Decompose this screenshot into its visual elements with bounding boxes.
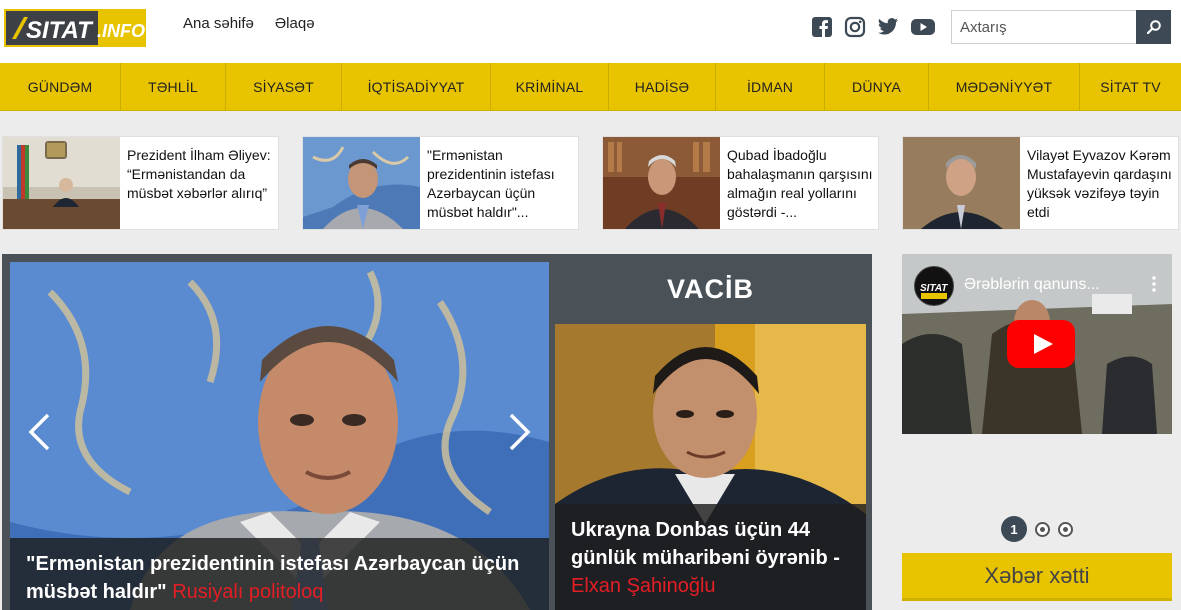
category-siyaset[interactable]: SİYASƏT	[226, 63, 342, 111]
important-section-title: VACİB	[666, 274, 754, 304]
featured-source: Rusiyalı politoloq	[172, 581, 324, 603]
category-medeniyyet[interactable]: MƏDƏNİYYƏT	[929, 63, 1080, 111]
category-menu: GÜNDƏM TƏHLİL SİYASƏT İQTİSADİYYAT KRİMİ…	[0, 63, 1181, 111]
slider-next-arrow[interactable]	[507, 412, 533, 452]
search-button[interactable]	[1136, 10, 1171, 44]
channel-avatar[interactable]: SITAT	[914, 266, 954, 306]
story-title: Vilayət Eyvazov Kərəm Mustafayevin qarda…	[1027, 147, 1172, 220]
site-logo[interactable]: SITAT .INFO	[4, 9, 146, 47]
pager-page-current[interactable]: 1	[1001, 516, 1027, 542]
facebook-icon[interactable]	[811, 16, 833, 38]
story-title: "Ermənistan prezidentinin istefası Azərb…	[427, 147, 555, 220]
story-title: Prezident İlham Əliyev: “Ermənistandan d…	[127, 147, 271, 201]
pager-dot[interactable]	[1035, 521, 1050, 537]
search-input[interactable]	[952, 11, 1138, 43]
search-box	[951, 10, 1171, 44]
category-gundem[interactable]: GÜNDƏM	[0, 63, 121, 111]
nav-home-link[interactable]: Ana səhifə	[183, 15, 254, 32]
more-options-icon[interactable]	[1152, 276, 1156, 292]
featured-slider[interactable]: "Ermənistan prezidentinin istefası Azərb…	[10, 262, 549, 610]
svg-text:SITAT: SITAT	[26, 17, 94, 44]
search-icon	[1146, 20, 1161, 35]
important-headline: Ukrayna Donbas üçün 44 günlük müharibəni…	[571, 519, 840, 569]
twitter-icon[interactable]	[877, 16, 899, 38]
story-card[interactable]: Qubad İbadoğlu bahalaşmanın qarşısını al…	[602, 136, 879, 230]
story-image	[903, 137, 1020, 229]
nav-contact-link[interactable]: Əlaqə	[275, 15, 315, 32]
play-button-icon[interactable]	[1007, 320, 1075, 368]
important-caption: Ukrayna Donbas üçün 44 günlük müharibəni…	[555, 504, 866, 610]
slider-prev-arrow[interactable]	[26, 412, 52, 452]
category-tehlil[interactable]: TƏHLİL	[121, 63, 226, 111]
story-image	[603, 137, 720, 229]
story-image	[303, 137, 420, 229]
video-title: Ərəblərin qanuns...	[964, 276, 1100, 293]
category-kriminal[interactable]: KRİMİNAL	[491, 63, 609, 111]
important-source: Elxan Şahinoğlu	[571, 575, 716, 597]
story-card[interactable]: "Ermənistan prezidentinin istefası Azərb…	[302, 136, 579, 230]
category-idman[interactable]: İDMAN	[716, 63, 825, 111]
category-sitat-tv[interactable]: SİTAT TV	[1080, 63, 1181, 111]
svg-text:.INFO: .INFO	[97, 21, 145, 41]
category-iqtisadiyyat[interactable]: İQTİSADİYYAT	[342, 63, 491, 111]
top-navigation: Ana səhifə Əlaqə	[183, 15, 315, 32]
youtube-icon[interactable]	[910, 16, 936, 38]
important-story[interactable]: Ukrayna Donbas üçün 44 günlük müharibəni…	[555, 324, 866, 610]
svg-text:SITAT: SITAT	[920, 283, 948, 294]
story-card[interactable]: Prezident İlham Əliyev: “Ermənistandan d…	[2, 136, 279, 230]
social-links	[811, 16, 936, 38]
pager-dot[interactable]	[1058, 521, 1073, 537]
featured-caption[interactable]: "Ermənistan prezidentinin istefası Azərb…	[10, 538, 549, 610]
category-dunya[interactable]: DÜNYA	[825, 63, 929, 111]
site-header: SITAT .INFO Ana səhifə Əlaqə	[0, 0, 1181, 63]
video-pager: 1	[1001, 516, 1073, 542]
category-hadise[interactable]: HADİSƏ	[609, 63, 716, 111]
instagram-icon[interactable]	[844, 16, 866, 38]
top-stories: Prezident İlham Əliyev: “Ermənistandan d…	[2, 136, 1181, 230]
youtube-video-embed[interactable]: SITAT Ərəblərin qanuns...	[902, 254, 1172, 434]
story-image	[3, 137, 120, 229]
story-card[interactable]: Vilayət Eyvazov Kərəm Mustafayevin qarda…	[902, 136, 1179, 230]
story-title: Qubad İbadoğlu bahalaşmanın qarşısını al…	[727, 147, 873, 220]
featured-section: "Ermənistan prezidentinin istefası Azərb…	[2, 254, 872, 610]
news-feed-button[interactable]: Xəbər xətti	[902, 553, 1172, 601]
